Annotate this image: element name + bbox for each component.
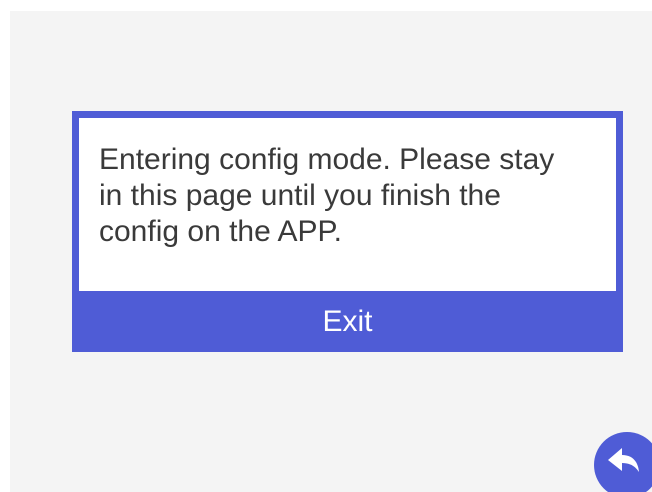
dialog-body: Entering config mode. Please stay in thi… (79, 118, 616, 291)
exit-button[interactable]: Exit (72, 291, 623, 352)
back-button[interactable] (594, 432, 652, 492)
back-arrow-icon (608, 448, 639, 472)
dialog-message: Entering config mode. Please stay in thi… (99, 143, 555, 248)
config-mode-dialog: Entering config mode. Please stay in thi… (72, 111, 623, 352)
screen-background: Entering config mode. Please stay in thi… (10, 11, 652, 492)
